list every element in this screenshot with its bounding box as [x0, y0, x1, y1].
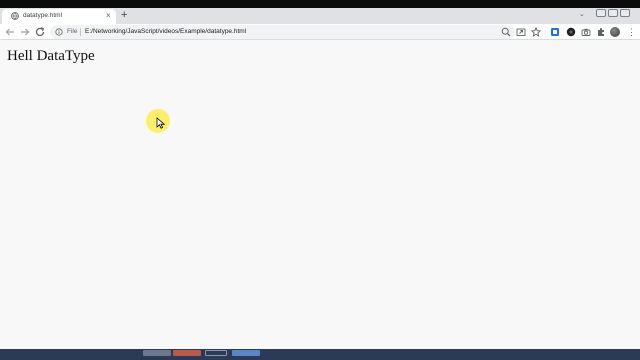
screen: datatype.html × + ⌄ File E:/Networking/J…: [0, 0, 640, 360]
page-heading: Hell DataType: [7, 48, 95, 64]
browser-toolbar: File E:/Networking/JavaScript/videos/Exa…: [0, 24, 640, 40]
url-text[interactable]: E:/Networking/JavaScript/videos/Example/…: [85, 26, 246, 38]
address-separator: [80, 28, 81, 36]
extension-icon[interactable]: [550, 27, 560, 37]
extension-icon[interactable]: [566, 27, 576, 37]
more-menu-icon[interactable]: ⋮: [627, 26, 636, 38]
taskbar-app[interactable]: [232, 350, 260, 356]
tab-search-button[interactable]: ⌄: [579, 10, 585, 18]
minimize-button[interactable]: [596, 9, 606, 17]
camera-icon[interactable]: [581, 27, 591, 37]
forward-arrow-icon[interactable]: [19, 26, 31, 38]
taskbar: [0, 349, 640, 360]
puzzle-icon[interactable]: [596, 27, 606, 37]
page-content: Hell DataType: [0, 41, 640, 350]
back-arrow-icon[interactable]: [4, 26, 16, 38]
globe-icon: [11, 12, 19, 20]
maximize-button[interactable]: [608, 9, 618, 17]
cursor-icon: [156, 117, 166, 129]
profile-avatar[interactable]: [610, 27, 620, 37]
star-icon[interactable]: [531, 27, 541, 37]
info-icon[interactable]: [55, 28, 63, 36]
taskbar-app[interactable]: [173, 350, 201, 356]
tab-close-button[interactable]: ×: [106, 11, 111, 21]
file-scheme-label: File: [67, 28, 78, 35]
new-tab-button[interactable]: +: [121, 9, 127, 21]
taskbar-app[interactable]: [143, 350, 171, 356]
tab-title: datatype.html: [23, 12, 63, 19]
reload-icon[interactable]: [34, 26, 46, 38]
zoom-icon[interactable]: [501, 27, 511, 37]
top-black-strip: [0, 0, 640, 8]
share-icon[interactable]: [516, 27, 526, 37]
taskbar-app[interactable]: [205, 350, 227, 356]
tab-strip: datatype.html ×: [0, 8, 640, 24]
address-bar[interactable]: File E:/Networking/JavaScript/videos/Exa…: [50, 25, 515, 39]
close-window-button[interactable]: [620, 9, 630, 17]
tab-datatype[interactable]: datatype.html ×: [2, 9, 116, 24]
